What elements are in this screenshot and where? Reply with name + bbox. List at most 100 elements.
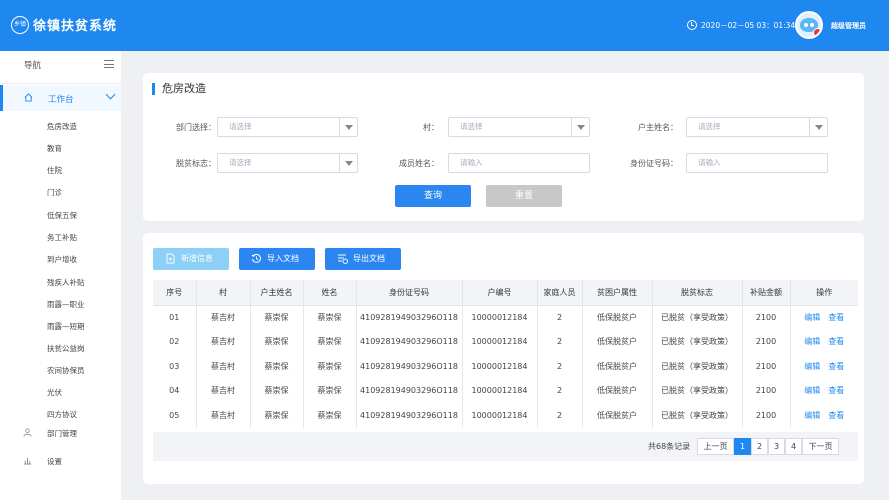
column-header: 脱贫标志: [652, 280, 743, 306]
settings-label: 设置: [47, 457, 62, 466]
view-link[interactable]: 查看: [828, 313, 844, 322]
row-actions: 编辑 查看: [790, 403, 858, 428]
id-label: 身份证号码：: [630, 159, 678, 168]
owner-select[interactable]: 请选择: [686, 117, 828, 137]
search-panel: 危房改造 部门选择： 请选择 村： 请选择 户主姓名： 请选择 脱贫标志： 请选…: [143, 73, 864, 221]
top-bar: 乡镇 徐镇扶贫系统 2020－02－05 03：01:34 超级管理员: [0, 0, 889, 51]
sidebar-subitem[interactable]: 教育: [47, 143, 62, 154]
table-cell: 10000012184: [462, 329, 538, 354]
table-cell: 2: [537, 305, 583, 330]
row-actions: 编辑 查看: [790, 354, 858, 379]
member-input[interactable]: 请输入: [448, 153, 590, 173]
sidebar-subitem[interactable]: 扶贫公益岗: [47, 343, 85, 354]
poverty-select[interactable]: 请选择: [217, 153, 358, 173]
table-cell: 蔡崇保: [250, 354, 304, 379]
poverty-select-placeholder: 请选择: [229, 158, 252, 167]
edit-link[interactable]: 编辑: [804, 411, 820, 420]
document-add-icon: [166, 253, 175, 264]
avatar[interactable]: [795, 11, 823, 39]
table-cell: 410928194903296O118: [356, 403, 463, 428]
sidebar-item-dept[interactable]: 部门管理: [0, 423, 121, 443]
next-page-button[interactable]: 下一页: [802, 438, 839, 455]
datetime: 2020－02－05 03：01:34: [701, 21, 796, 30]
table-cell: 蔡崇保: [250, 378, 304, 403]
village-select[interactable]: 请选择: [448, 117, 590, 137]
edit-link[interactable]: 编辑: [804, 313, 820, 322]
sidebar-subitem[interactable]: 雨露—职业: [47, 299, 85, 310]
table-row: 01 蔡吉村 蔡崇保 蔡崇保 410928194903296O118 10000…: [153, 305, 858, 330]
results-panel: 新增信息 导入文档 导出文档 序号 村 户主姓名 姓名 身份证号码 户编号 家庭…: [143, 233, 864, 484]
table-cell: 蔡吉村: [196, 354, 251, 379]
sidebar-subitem[interactable]: 雨露—短期: [47, 321, 85, 332]
dept-label: 部门管理: [47, 429, 77, 438]
nav-title: 导航: [24, 61, 42, 71]
table-cell: 已脱贫（享受政策）: [652, 378, 743, 403]
dept-select[interactable]: 请选择: [217, 117, 358, 137]
table-cell: 蔡崇保: [303, 403, 357, 428]
reset-button[interactable]: 重置: [486, 185, 562, 207]
id-input-placeholder: 请输入: [698, 158, 721, 167]
sidebar-subitem[interactable]: 残疾人补贴: [47, 277, 85, 288]
id-input[interactable]: 请输入: [686, 153, 828, 173]
table-header-row: 序号 村 户主姓名 姓名 身份证号码 户编号 家庭人员 贫困户属性 脱贫标志 补…: [153, 280, 858, 306]
sidebar-item-settings[interactable]: 设置: [0, 451, 121, 471]
sidebar-subitem[interactable]: 农间协保员: [47, 365, 85, 376]
nav-divider: [0, 83, 121, 84]
view-link[interactable]: 查看: [828, 386, 844, 395]
edit-link[interactable]: 编辑: [804, 337, 820, 346]
view-link[interactable]: 查看: [828, 411, 844, 420]
sidebar-subitem[interactable]: 务工补贴: [47, 232, 77, 243]
page-button[interactable]: 1: [734, 438, 751, 455]
sidebar-subitem[interactable]: 光伏: [47, 387, 62, 398]
table-cell: 蔡吉村: [196, 305, 251, 330]
sidebar-subitem[interactable]: 门诊: [47, 187, 62, 198]
page-button[interactable]: 2: [751, 438, 768, 455]
table-cell: 蔡崇保: [303, 354, 357, 379]
sidebar-subitem[interactable]: 住院: [47, 165, 62, 176]
menu-toggle-icon[interactable]: [104, 60, 114, 68]
sidebar-subitem[interactable]: 危房改造: [47, 121, 77, 132]
page-title: 危房改造: [152, 83, 206, 95]
add-button[interactable]: 新增信息: [153, 248, 229, 270]
import-button[interactable]: 导入文档: [239, 248, 315, 270]
page-button[interactable]: 3: [768, 438, 785, 455]
export-button[interactable]: 导出文档: [325, 248, 401, 270]
table-row: 04 蔡吉村 蔡崇保 蔡崇保 410928194903296O118 10000…: [153, 378, 858, 403]
dept-select-placeholder: 请选择: [229, 122, 252, 131]
table-cell: 04: [153, 378, 197, 403]
clock-icon: [687, 20, 697, 30]
view-link[interactable]: 查看: [828, 337, 844, 346]
column-header: 姓名: [303, 280, 357, 306]
logo-icon: 乡镇: [11, 16, 29, 34]
table-cell: 蔡崇保: [303, 378, 357, 403]
avatar-eye-left: [804, 23, 808, 27]
view-link[interactable]: 查看: [828, 362, 844, 371]
total-records: 共68条记录: [648, 442, 691, 451]
page-button[interactable]: 4: [785, 438, 802, 455]
table-cell: 2: [537, 378, 583, 403]
sidebar-subitem[interactable]: 低保五保: [47, 210, 77, 221]
add-button-label: 新增信息: [181, 254, 213, 263]
column-header: 村: [196, 280, 251, 306]
app-title: 徐镇扶贫系统: [33, 19, 118, 34]
history-icon: [251, 253, 261, 263]
table-cell: 已脱贫（享受政策）: [652, 354, 743, 379]
column-header: 家庭人员: [537, 280, 583, 306]
edit-link[interactable]: 编辑: [804, 386, 820, 395]
table-cell: 低保脱贫户: [582, 329, 653, 354]
sidebar-item-workbench[interactable]: 工作台: [0, 85, 121, 111]
village-select-placeholder: 请选择: [460, 122, 483, 131]
table-cell: 02: [153, 329, 197, 354]
sidebar-subitem[interactable]: 四方协议: [47, 409, 77, 420]
prev-page-button[interactable]: 上一页: [697, 438, 734, 455]
table-cell: 10000012184: [462, 354, 538, 379]
username[interactable]: 超级管理员: [831, 21, 866, 31]
table-cell: 03: [153, 354, 197, 379]
member-input-placeholder: 请输入: [460, 158, 483, 167]
table-cell: 蔡吉村: [196, 403, 251, 428]
chevron-down-icon[interactable]: [105, 89, 116, 100]
sidebar-subitem[interactable]: 到户增收: [47, 254, 77, 265]
table-cell: 已脱贫（享受政策）: [652, 329, 743, 354]
edit-link[interactable]: 编辑: [804, 362, 820, 371]
query-button[interactable]: 查询: [395, 185, 471, 207]
